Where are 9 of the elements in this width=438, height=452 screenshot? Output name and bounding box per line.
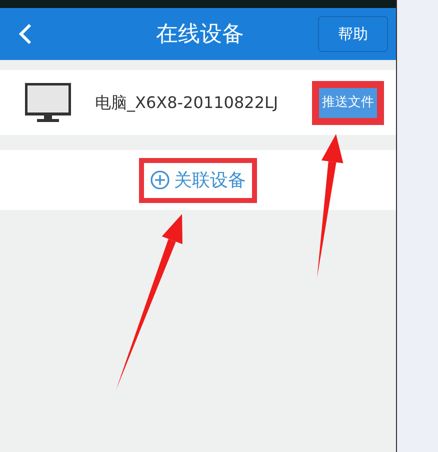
- help-button[interactable]: 帮助: [318, 16, 388, 52]
- device-row[interactable]: 电脑_X6X8-20110822LJ 推送文件: [0, 70, 396, 135]
- monitor-icon: [25, 82, 71, 122]
- plus-circle-icon: [150, 170, 170, 190]
- page-title: 在线设备: [155, 20, 245, 48]
- device-name: 电脑_X6X8-20110822LJ: [95, 92, 278, 114]
- link-device-link[interactable]: 关联设备: [150, 166, 246, 194]
- push-file-button[interactable]: 推送文件: [319, 88, 377, 118]
- back-icon[interactable]: [18, 23, 32, 45]
